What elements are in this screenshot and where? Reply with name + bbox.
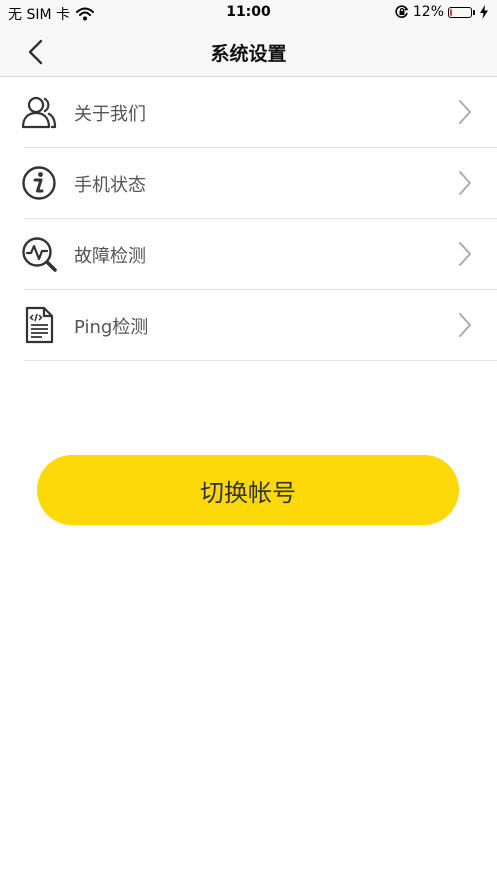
menu-item-label: 手机状态 — [74, 175, 146, 196]
diagnostic-icon — [22, 237, 57, 272]
nav-bar: 系统设置 — [0, 26, 497, 77]
menu-item-ping-test[interactable]: Ping检测 — [0, 290, 497, 361]
chevron-right-icon — [459, 100, 471, 124]
menu-item-label: 关于我们 — [74, 104, 146, 125]
chevron-right-icon — [459, 242, 471, 266]
switch-account-button[interactable]: 切换帐号 — [37, 455, 459, 525]
code-document-icon — [25, 306, 54, 344]
battery-percent: 12% — [412, 4, 444, 20]
settings-menu: 关于我们 手机状态 故障检测 Ping检测 — [0, 77, 497, 361]
users-icon — [21, 96, 57, 129]
chevron-right-icon — [459, 313, 471, 337]
menu-item-phone-status[interactable]: 手机状态 — [0, 148, 497, 219]
menu-item-label: 故障检测 — [74, 246, 146, 267]
charging-bolt-icon — [480, 5, 488, 19]
page-title: 系统设置 — [210, 43, 287, 65]
status-right: 12% — [395, 4, 489, 20]
info-icon — [22, 166, 56, 200]
chevron-right-icon — [459, 171, 471, 195]
status-bar: 无 SIM 卡 11:00 12% — [0, 0, 497, 26]
battery-icon — [448, 6, 475, 18]
menu-item-label: Ping检测 — [74, 317, 149, 338]
orientation-lock-icon — [395, 5, 409, 18]
menu-item-fault-detection[interactable]: 故障检测 — [0, 219, 497, 290]
battery-level — [450, 8, 452, 16]
menu-item-about-us[interactable]: 关于我们 — [0, 77, 497, 148]
